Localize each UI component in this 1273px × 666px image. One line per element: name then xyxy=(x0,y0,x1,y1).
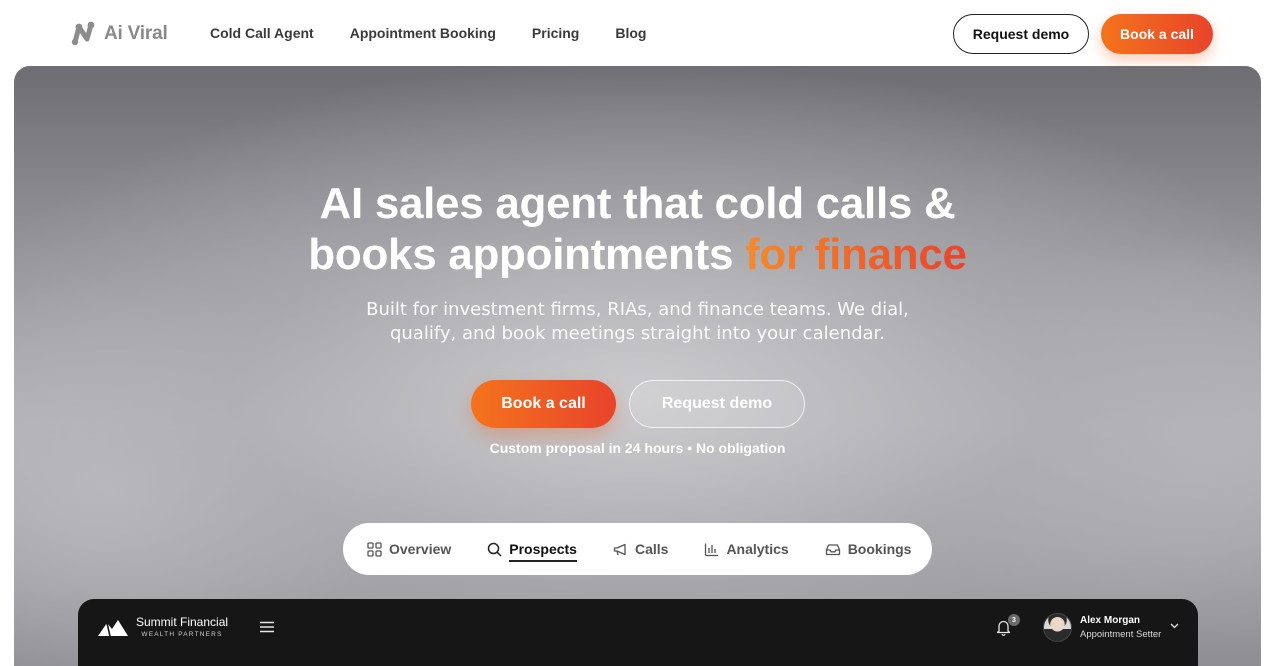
nav-link-appointment-booking[interactable]: Appointment Booking xyxy=(350,25,496,41)
subtext-line-2: qualify, and book meetings straight into… xyxy=(389,323,886,344)
brand-text: Summit Financial WEALTH PARTNERS xyxy=(136,615,229,639)
logo-icon xyxy=(71,21,95,46)
dashboard-brand[interactable]: Summit Financial WEALTH PARTNERS xyxy=(98,616,228,638)
notification-count-badge: 3 xyxy=(1008,614,1020,626)
tab-label: Analytics xyxy=(726,541,789,557)
hero-book-call-button[interactable]: Book a call xyxy=(471,380,616,428)
logo[interactable]: Ai Viral xyxy=(70,21,168,47)
tab-label: Overview xyxy=(389,541,452,557)
notifications-button[interactable]: 3 xyxy=(996,614,1020,641)
megaphone-icon xyxy=(613,543,626,555)
book-call-button[interactable]: Book a call xyxy=(1101,14,1213,54)
tab-analytics[interactable]: Analytics xyxy=(704,523,789,575)
subtext-line-1: Built for investment firms, RIAs, and fi… xyxy=(366,299,909,320)
bar-chart-icon xyxy=(705,543,719,556)
headline-line-1: AI sales agent that cold calls & xyxy=(319,179,956,228)
tab-label: Bookings xyxy=(847,541,912,557)
nav-links: Cold Call Agent Appointment Booking Pric… xyxy=(210,25,646,41)
hamburger-menu-icon[interactable] xyxy=(260,621,274,633)
logo-text: Ai Viral xyxy=(104,23,168,44)
tab-prospects[interactable]: Prospects xyxy=(487,523,577,575)
user-role: Appointment Setter xyxy=(1080,629,1162,640)
hero-cta-group: Book a call Request demo xyxy=(471,380,805,428)
avatar[interactable] xyxy=(1043,613,1072,642)
nav-link-blog[interactable]: Blog xyxy=(615,25,646,41)
search-icon xyxy=(488,542,502,557)
brand-subtitle: WEALTH PARTNERS xyxy=(141,631,223,638)
hero-headline: AI sales agent that cold calls & books a… xyxy=(14,178,1261,280)
hero-fineprint: Custom proposal in 24 hours • No obligat… xyxy=(489,440,786,456)
inbox-icon xyxy=(825,543,840,555)
tab-overview[interactable]: Overview xyxy=(367,523,451,575)
tab-label: Calls xyxy=(634,541,669,557)
user-name: Alex Morgan xyxy=(1080,615,1141,626)
headline-accent: for finance xyxy=(745,230,967,279)
tab-bookings[interactable]: Bookings xyxy=(825,523,912,575)
tab-label: Prospects xyxy=(509,541,577,562)
dashboard-preview: Summit Financial WEALTH PARTNERS 3 Alex … xyxy=(78,599,1198,666)
hero-section: AI sales agent that cold calls & books a… xyxy=(14,66,1261,666)
request-demo-button[interactable]: Request demo xyxy=(953,14,1089,54)
hero-subtext: Built for investment firms, RIAs, and fi… xyxy=(14,298,1261,346)
nav-link-cold-call-agent[interactable]: Cold Call Agent xyxy=(210,25,314,41)
mountain-logo-icon xyxy=(98,620,128,636)
nav-link-pricing[interactable]: Pricing xyxy=(532,25,579,41)
tab-calls[interactable]: Calls xyxy=(613,523,668,575)
grid-icon xyxy=(367,541,382,557)
chevron-down-icon[interactable] xyxy=(1170,623,1179,629)
headline-line-2: books appointments xyxy=(308,230,746,279)
product-tabs: Overview Prospects Calls Analytics Booki… xyxy=(343,523,932,575)
hero-request-demo-button[interactable]: Request demo xyxy=(629,380,805,428)
top-navbar: Ai Viral Cold Call Agent Appointment Boo… xyxy=(0,0,1273,66)
brand-name: Summit Financial xyxy=(136,615,229,629)
